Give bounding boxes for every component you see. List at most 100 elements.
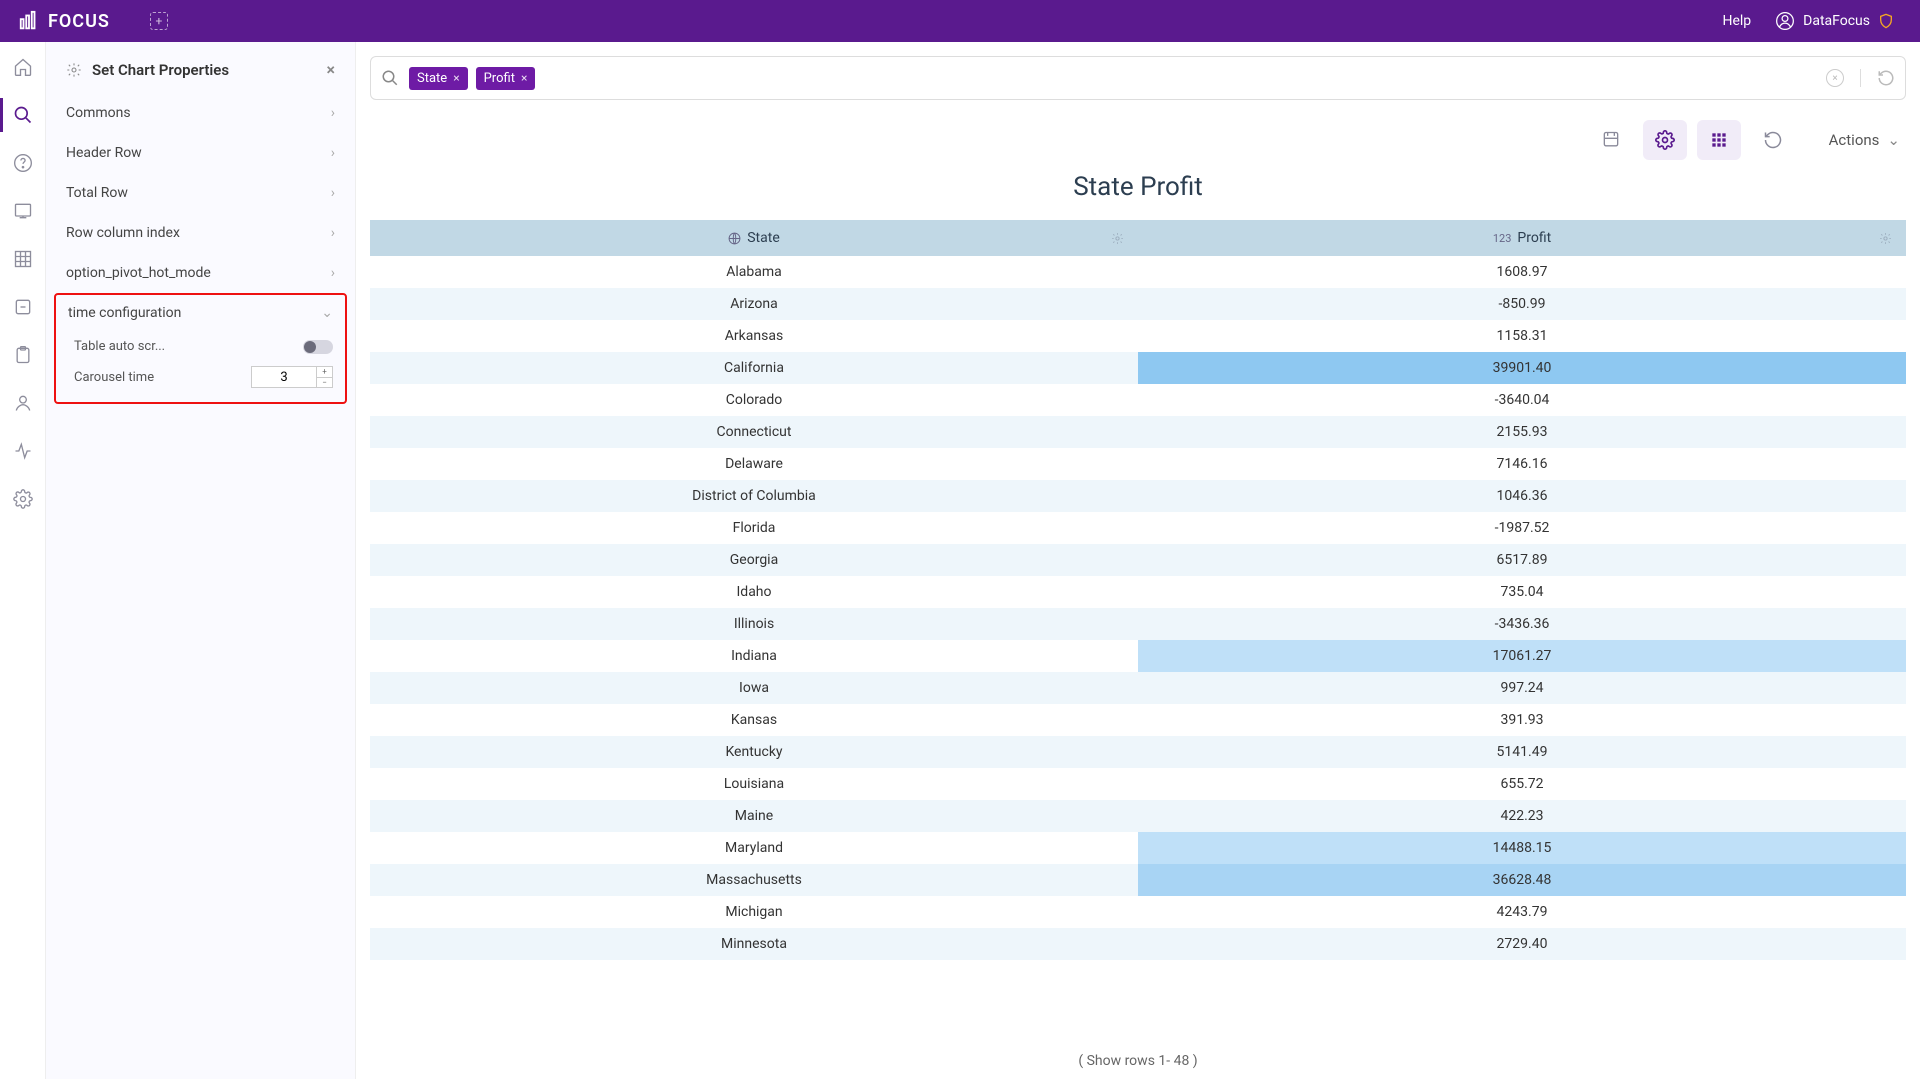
cell-state: Indiana bbox=[370, 640, 1138, 672]
table-row[interactable]: Georgia6517.89 bbox=[370, 544, 1906, 576]
section-row-column-index[interactable]: Row column index› bbox=[46, 213, 355, 253]
column-header-profit[interactable]: 123 Profit bbox=[1138, 220, 1906, 256]
cell-profit: 997.24 bbox=[1138, 672, 1906, 704]
carousel-time-row: Carousel time + − bbox=[56, 358, 345, 392]
table-row[interactable]: Kansas391.93 bbox=[370, 704, 1906, 736]
panel-close-button[interactable]: × bbox=[327, 60, 336, 79]
table-row[interactable]: Arizona-850.99 bbox=[370, 288, 1906, 320]
cell-profit: 735.04 bbox=[1138, 576, 1906, 608]
table-row[interactable]: Maine422.23 bbox=[370, 800, 1906, 832]
rail-dashboard-icon[interactable] bbox=[12, 200, 34, 222]
time-config-highlight: time configuration ⌄ Table auto scr... C… bbox=[54, 293, 347, 404]
section-total-row[interactable]: Total Row› bbox=[46, 173, 355, 213]
column-header-state[interactable]: State bbox=[370, 220, 1138, 256]
cell-state: Florida bbox=[370, 512, 1138, 544]
table-row[interactable]: District of Columbia1046.36 bbox=[370, 480, 1906, 512]
cell-profit: 655.72 bbox=[1138, 768, 1906, 800]
table-row[interactable]: Florida-1987.52 bbox=[370, 512, 1906, 544]
search-bar[interactable]: State× Profit× × bbox=[370, 56, 1906, 100]
cell-state: Minnesota bbox=[370, 928, 1138, 960]
table-row[interactable]: California39901.40 bbox=[370, 352, 1906, 384]
user-name: DataFocus bbox=[1803, 13, 1870, 29]
rail-activity-icon[interactable] bbox=[12, 440, 34, 462]
table-row[interactable]: Idaho735.04 bbox=[370, 576, 1906, 608]
table-row[interactable]: Connecticut2155.93 bbox=[370, 416, 1906, 448]
pin-button[interactable] bbox=[1589, 120, 1633, 160]
table-row[interactable]: Louisiana655.72 bbox=[370, 768, 1906, 800]
table-row[interactable]: Iowa997.24 bbox=[370, 672, 1906, 704]
cell-profit: 4243.79 bbox=[1138, 896, 1906, 928]
chart-title: State Profit bbox=[370, 172, 1906, 202]
carousel-time-input[interactable]: + − bbox=[251, 366, 333, 388]
cell-state: District of Columbia bbox=[370, 480, 1138, 512]
chip-close-icon[interactable]: × bbox=[453, 71, 459, 85]
gear-icon bbox=[66, 62, 82, 78]
cell-profit: 5141.49 bbox=[1138, 736, 1906, 768]
table-row[interactable]: Delaware7146.16 bbox=[370, 448, 1906, 480]
panel-title: Set Chart Properties bbox=[92, 61, 229, 79]
brand-icon bbox=[18, 10, 40, 32]
stepper-up[interactable]: + bbox=[317, 367, 332, 378]
cell-profit: 17061.27 bbox=[1138, 640, 1906, 672]
section-header-row[interactable]: Header Row› bbox=[46, 133, 355, 173]
help-link[interactable]: Help bbox=[1722, 13, 1751, 29]
clear-search-button[interactable]: × bbox=[1826, 69, 1844, 87]
rail-help-icon[interactable] bbox=[12, 152, 34, 174]
table-row[interactable]: Indiana17061.27 bbox=[370, 640, 1906, 672]
carousel-time-field[interactable] bbox=[252, 367, 316, 387]
table-row[interactable]: Alabama1608.97 bbox=[370, 256, 1906, 288]
table-row[interactable]: Kentucky5141.49 bbox=[370, 736, 1906, 768]
cell-state: Arkansas bbox=[370, 320, 1138, 352]
cell-profit: 14488.15 bbox=[1138, 832, 1906, 864]
chevron-right-icon: › bbox=[331, 145, 335, 161]
shield-icon bbox=[1878, 13, 1902, 29]
add-tab-button[interactable]: + bbox=[150, 12, 168, 30]
settings-button[interactable] bbox=[1643, 120, 1687, 160]
table-row[interactable]: Massachusetts36628.48 bbox=[370, 864, 1906, 896]
chip-close-icon[interactable]: × bbox=[521, 71, 527, 85]
auto-scroll-toggle[interactable] bbox=[303, 340, 333, 354]
rows-footer: ( Show rows 1- 48 ) bbox=[370, 1043, 1906, 1079]
rail-clipboard-icon[interactable] bbox=[12, 344, 34, 366]
search-chip-state[interactable]: State× bbox=[409, 67, 468, 90]
section-time-configuration[interactable]: time configuration ⌄ bbox=[56, 295, 345, 331]
rail-settings-icon[interactable] bbox=[12, 488, 34, 510]
section-pivot-hot-mode[interactable]: option_pivot_hot_mode› bbox=[46, 253, 355, 293]
table-row[interactable]: Arkansas1158.31 bbox=[370, 320, 1906, 352]
table-body[interactable]: Alabama1608.97Arizona-850.99Arkansas1158… bbox=[370, 256, 1906, 1043]
rail-grid-icon[interactable] bbox=[12, 248, 34, 270]
user-menu[interactable]: DataFocus bbox=[1775, 11, 1902, 31]
main-area: State× Profit× × Actions ⌄ State Profit bbox=[356, 42, 1920, 1079]
properties-panel: Set Chart Properties × Commons› Header R… bbox=[46, 42, 356, 1079]
cell-state: Arizona bbox=[370, 288, 1138, 320]
refresh-button[interactable] bbox=[1877, 69, 1895, 87]
table-row[interactable]: Colorado-3640.04 bbox=[370, 384, 1906, 416]
table-row[interactable]: Maryland14488.15 bbox=[370, 832, 1906, 864]
grid-view-button[interactable] bbox=[1697, 120, 1741, 160]
rail-home-icon[interactable] bbox=[12, 56, 34, 78]
column-settings-icon[interactable] bbox=[1111, 232, 1124, 245]
brand-text: FOCUS bbox=[48, 11, 110, 32]
table-row[interactable]: Michigan4243.79 bbox=[370, 896, 1906, 928]
stepper-down[interactable]: − bbox=[317, 378, 332, 388]
panel-header: Set Chart Properties × bbox=[46, 42, 355, 93]
table-header: State 123 Profit bbox=[370, 220, 1906, 256]
data-table: State 123 Profit Alabama1608.97Arizona-8… bbox=[370, 220, 1906, 1079]
section-commons[interactable]: Commons› bbox=[46, 93, 355, 133]
auto-scroll-label: Table auto scr... bbox=[74, 339, 165, 354]
refresh-chart-button[interactable] bbox=[1751, 120, 1795, 160]
table-row[interactable]: Illinois-3436.36 bbox=[370, 608, 1906, 640]
cell-state: Massachusetts bbox=[370, 864, 1138, 896]
cell-state: Louisiana bbox=[370, 768, 1138, 800]
search-icon bbox=[381, 69, 399, 87]
cell-profit: 2729.40 bbox=[1138, 928, 1906, 960]
rail-box-icon[interactable] bbox=[12, 296, 34, 318]
column-settings-icon[interactable] bbox=[1879, 232, 1892, 245]
cell-profit: -850.99 bbox=[1138, 288, 1906, 320]
cell-profit: 36628.48 bbox=[1138, 864, 1906, 896]
search-chip-profit[interactable]: Profit× bbox=[476, 67, 536, 90]
table-row[interactable]: Minnesota2729.40 bbox=[370, 928, 1906, 960]
rail-user-icon[interactable] bbox=[12, 392, 34, 414]
actions-menu[interactable]: Actions ⌄ bbox=[1829, 131, 1900, 149]
rail-search-icon[interactable] bbox=[12, 104, 34, 126]
